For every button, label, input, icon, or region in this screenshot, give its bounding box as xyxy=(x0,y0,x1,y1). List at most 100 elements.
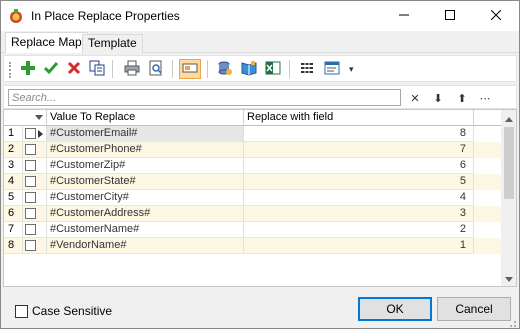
column-chooser-button[interactable] xyxy=(179,59,201,79)
row-checkbox[interactable] xyxy=(25,240,36,251)
resize-grip-icon[interactable] xyxy=(507,317,517,327)
search-bar: ✕ ⬇ ⬆ ⋯ xyxy=(3,85,517,109)
toolbar-separator xyxy=(289,60,290,78)
find-previous-button[interactable]: ⬆ xyxy=(453,89,471,107)
row-checkbox-cell[interactable] xyxy=(23,222,47,238)
row-number: 5 xyxy=(4,190,23,206)
toolbar-grip[interactable] xyxy=(9,62,12,78)
columns-button[interactable] xyxy=(297,59,317,79)
case-sensitive-label[interactable]: Case Sensitive xyxy=(32,304,112,318)
maximize-icon xyxy=(445,9,455,23)
print-button[interactable] xyxy=(122,59,142,79)
value-to-replace-cell[interactable]: #CustomerZip# xyxy=(47,158,244,174)
open-book-button[interactable] xyxy=(239,59,259,79)
row-checkbox[interactable] xyxy=(25,144,36,155)
table-row[interactable]: 8 #VendorName# 1 xyxy=(4,238,501,254)
row-checkbox-cell[interactable] xyxy=(23,174,47,190)
table-row[interactable]: 6 #CustomerAddress# 3 xyxy=(4,206,501,222)
toolbar-overflow-button[interactable]: ▾ xyxy=(349,64,354,75)
window-title: In Place Replace Properties xyxy=(31,9,180,23)
add-button[interactable] xyxy=(18,59,38,79)
replace-with-field-cell[interactable]: 4 xyxy=(244,190,474,206)
close-button[interactable] xyxy=(473,1,519,31)
replace-with-field-cell[interactable]: 3 xyxy=(244,206,474,222)
toolbar-separator xyxy=(112,60,113,78)
row-checkbox-cell[interactable] xyxy=(23,158,47,174)
excel-export-button[interactable] xyxy=(263,59,283,79)
value-to-replace-cell[interactable]: #CustomerEmail# xyxy=(47,126,244,142)
value-to-replace-cell[interactable]: #CustomerCity# xyxy=(47,190,244,206)
table-row[interactable]: 7 #CustomerName# 2 xyxy=(4,222,501,238)
cancel-button[interactable]: Cancel xyxy=(437,297,511,321)
find-next-button[interactable]: ⬇ xyxy=(429,89,447,107)
database-button[interactable] xyxy=(215,59,235,79)
row-checkbox[interactable] xyxy=(25,176,36,187)
row-checkbox[interactable] xyxy=(25,128,36,139)
print-preview-button[interactable] xyxy=(146,59,166,79)
tab-template[interactable]: Template xyxy=(82,34,143,53)
value-to-replace-cell[interactable]: #CustomerPhone# xyxy=(47,142,244,158)
tab-replace-map[interactable]: Replace Map xyxy=(5,32,88,53)
row-checkbox-cell[interactable] xyxy=(23,238,47,254)
replace-with-field-cell[interactable]: 6 xyxy=(244,158,474,174)
row-checkbox-cell[interactable] xyxy=(23,126,47,142)
grid-corner[interactable] xyxy=(4,110,47,126)
replace-map-grid: Value To Replace Replace with field 1 #C… xyxy=(3,109,517,287)
replace-with-field-cell[interactable]: 7 xyxy=(244,142,474,158)
table-row[interactable]: 1 #CustomerEmail# 8 xyxy=(4,126,501,142)
row-checkbox-cell[interactable] xyxy=(23,206,47,222)
chevron-down-icon xyxy=(35,115,43,120)
toolbar-separator xyxy=(172,60,173,78)
row-number: 2 xyxy=(4,142,23,158)
copy-button[interactable] xyxy=(87,59,107,79)
row-checkbox[interactable] xyxy=(25,208,36,219)
row-checkbox[interactable] xyxy=(25,224,36,235)
open-book-icon xyxy=(241,60,257,79)
dialog-footer: Case Sensitive OK Cancel xyxy=(1,291,519,329)
search-options-button[interactable]: ⋯ xyxy=(476,89,494,107)
value-to-replace-cell[interactable]: #VendorName# xyxy=(47,238,244,254)
value-to-replace-cell[interactable]: #CustomerAddress# xyxy=(47,206,244,222)
clear-search-button[interactable]: ✕ xyxy=(406,89,424,107)
column-header-value-to-replace[interactable]: Value To Replace xyxy=(47,110,244,126)
minimize-button[interactable] xyxy=(381,1,427,31)
close-icon xyxy=(490,9,502,23)
table-row[interactable]: 4 #CustomerState# 5 xyxy=(4,174,501,190)
value-to-replace-cell[interactable]: #CustomerState# xyxy=(47,174,244,190)
ok-button[interactable]: OK xyxy=(358,297,432,321)
delete-button[interactable] xyxy=(64,59,84,79)
grid-header: Value To Replace Replace with field xyxy=(4,110,501,126)
layout-button[interactable] xyxy=(322,59,342,79)
table-row[interactable]: 2 #CustomerPhone# 7 xyxy=(4,142,501,158)
chevron-up-icon xyxy=(505,111,513,125)
table-row[interactable]: 5 #CustomerCity# 4 xyxy=(4,190,501,206)
replace-with-field-cell[interactable]: 1 xyxy=(244,238,474,254)
row-checkbox[interactable] xyxy=(25,160,36,171)
replace-with-field-cell[interactable]: 8 xyxy=(244,126,474,142)
tab-strip: Replace Map Template xyxy=(1,31,519,53)
vertical-scrollbar[interactable] xyxy=(501,110,516,286)
search-input[interactable] xyxy=(8,89,401,106)
accept-button[interactable] xyxy=(41,59,61,79)
case-sensitive-checkbox[interactable] xyxy=(15,305,28,318)
scroll-thumb[interactable] xyxy=(504,127,514,199)
replace-with-field-cell[interactable]: 2 xyxy=(244,222,474,238)
row-checkbox[interactable] xyxy=(25,192,36,203)
print-icon xyxy=(124,60,140,79)
dialog-window: In Place Replace Properties Replace Map … xyxy=(0,0,520,329)
column-header-replace-with-field[interactable]: Replace with field xyxy=(244,110,474,126)
scroll-down-button[interactable] xyxy=(501,270,516,286)
value-to-replace-cell[interactable]: #CustomerName# xyxy=(47,222,244,238)
current-row-pointer-icon xyxy=(38,130,43,138)
maximize-button[interactable] xyxy=(427,1,473,31)
row-checkbox-cell[interactable] xyxy=(23,190,47,206)
replace-with-field-cell[interactable]: 5 xyxy=(244,174,474,190)
database-icon xyxy=(217,60,233,79)
layout-icon xyxy=(324,60,340,79)
table-row[interactable]: 3 #CustomerZip# 6 xyxy=(4,158,501,174)
row-checkbox-cell[interactable] xyxy=(23,142,47,158)
row-number: 4 xyxy=(4,174,23,190)
minimize-icon xyxy=(399,9,409,23)
row-number: 6 xyxy=(4,206,23,222)
scroll-up-button[interactable] xyxy=(501,110,516,126)
